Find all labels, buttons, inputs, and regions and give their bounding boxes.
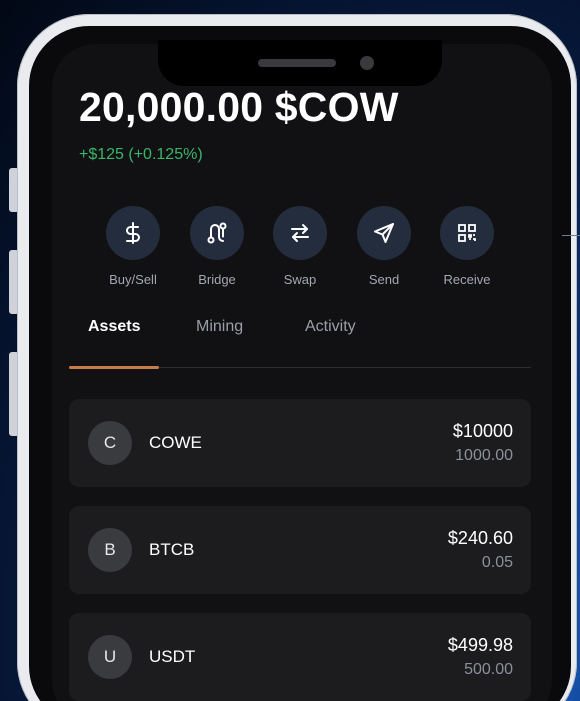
tab-mining[interactable]: Mining [196,318,243,336]
buy-sell-circle [106,206,160,260]
active-tab-indicator [69,366,159,369]
swap-circle [273,206,327,260]
asset-name: COWE [149,433,202,452]
send-circle [357,206,411,260]
asset-avatar: U [88,635,132,679]
asset-quantity: 500.00 [464,661,513,678]
front-camera [360,56,374,70]
swap-arrows-icon [291,224,309,242]
wallet-balance: 20,000.00 $COW [79,84,399,130]
receive-label: Receive [443,272,491,287]
quick-actions: Buy/Sell Bridge Swap Send Receive [0,206,580,296]
buy-sell-button[interactable]: Buy/Sell [93,206,173,287]
bridge-circle [190,206,244,260]
tab-activity[interactable]: Activity [305,318,356,336]
receive-circle [440,206,494,260]
balance-change: +$125 (+0.125%) [79,146,203,163]
send-button[interactable]: Send [344,206,424,287]
bridge-icon [207,222,227,244]
swap-button[interactable]: Swap [260,206,340,287]
buy-sell-label: Buy/Sell [109,272,157,287]
dollar-icon [126,222,140,244]
tab-assets[interactable]: Assets [88,318,140,336]
asset-row[interactable]: U USDT $499.98 500.00 [69,613,531,701]
send-label: Send [368,272,400,287]
asset-value: $240.60 [447,528,513,548]
speaker-grille [258,59,336,67]
asset-avatar: B [88,528,132,572]
bridge-label: Bridge [198,272,236,287]
wallet-tabs: Assets Mining Activity [69,318,531,370]
swap-label: Swap [283,272,317,287]
asset-quantity: 0.05 [481,554,513,571]
receive-button[interactable]: Receive [427,206,507,287]
asset-name: USDT [149,647,196,666]
asset-quantity: 1000.00 [455,447,513,464]
phone-screen [52,44,552,701]
asset-row[interactable]: C COWE $10000 1000.00 [69,399,531,487]
asset-name: BTCB [149,540,195,559]
paper-plane-icon [374,223,394,243]
asset-value: $499.98 [447,635,513,655]
qr-code-icon [458,224,476,242]
bridge-button[interactable]: Bridge [177,206,257,287]
asset-avatar: C [88,421,132,465]
asset-row[interactable]: B BTCB $240.60 0.05 [69,506,531,594]
asset-value: $10000 [452,421,513,441]
